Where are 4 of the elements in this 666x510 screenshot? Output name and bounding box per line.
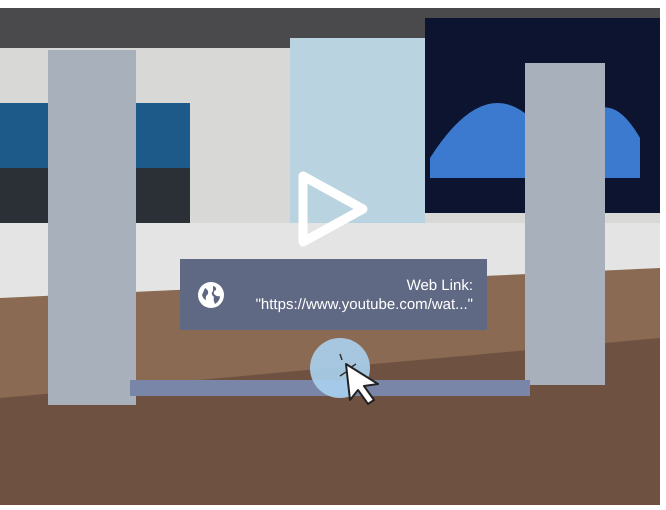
link-card[interactable]: Web Link: "https://www.youtube.com/wat...": [180, 259, 487, 330]
globe-icon: [197, 280, 225, 308]
link-label: Web Link:: [406, 276, 473, 294]
link-url[interactable]: "https://www.youtube.com/wat...": [256, 294, 473, 314]
